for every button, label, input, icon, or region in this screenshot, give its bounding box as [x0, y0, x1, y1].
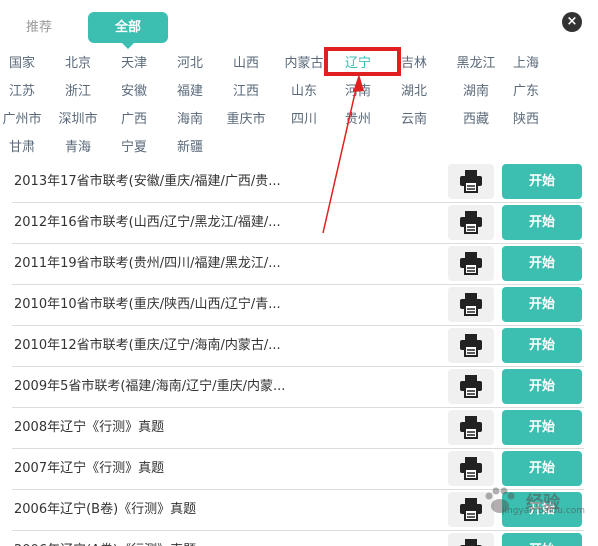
region-15[interactable]: 山东	[276, 78, 332, 106]
region-3[interactable]: 河北	[162, 50, 218, 78]
exam-row: 2011年19省市联考(贵州/四川/福建/黑龙江/... 开始	[12, 244, 584, 285]
exam-title: 2012年16省市联考(山西/辽宁/黑龙江/福建/...	[14, 215, 281, 230]
printer-icon	[460, 170, 482, 193]
region-2[interactable]: 天津	[106, 50, 162, 78]
region-17[interactable]: 湖北	[386, 78, 442, 106]
region-4[interactable]: 山西	[218, 50, 274, 78]
region-30[interactable]: 甘肃	[0, 134, 50, 162]
region-25[interactable]: 四川	[276, 106, 332, 134]
start-button[interactable]: 开始	[502, 246, 582, 281]
region-28[interactable]: 西藏	[448, 106, 504, 134]
start-button[interactable]: 开始	[502, 164, 582, 199]
exam-title: 2009年5省市联考(福建/海南/辽宁/重庆/内蒙...	[14, 379, 286, 394]
printer-icon	[460, 252, 482, 275]
exam-title: 2013年17省市联考(安徽/重庆/福建/广西/贵...	[14, 174, 281, 189]
exam-title: 2007年辽宁《行测》真题	[14, 461, 165, 476]
exam-row: 2008年辽宁《行测》真题 开始	[12, 408, 584, 449]
region-8[interactable]: 黑龙江	[448, 50, 504, 78]
printer-icon	[460, 457, 482, 480]
region-16[interactable]: 河南	[330, 78, 386, 106]
region-29[interactable]: 陕西	[498, 106, 554, 134]
print-button[interactable]	[448, 451, 494, 486]
region-5[interactable]: 内蒙古	[276, 50, 332, 78]
region-23[interactable]: 海南	[162, 106, 218, 134]
exam-row: 2006年辽宁(B卷)《行测》真题 开始	[12, 490, 584, 531]
print-button[interactable]	[448, 369, 494, 404]
exam-row: 2010年10省市联考(重庆/陕西/山西/辽宁/青... 开始	[12, 285, 584, 326]
region-9[interactable]: 上海	[498, 50, 554, 78]
region-27[interactable]: 云南	[386, 106, 442, 134]
print-button[interactable]	[448, 205, 494, 240]
start-button[interactable]: 开始	[502, 205, 582, 240]
region-7[interactable]: 吉林	[386, 50, 442, 78]
print-button[interactable]	[448, 287, 494, 322]
start-button[interactable]: 开始	[502, 287, 582, 322]
region-26[interactable]: 贵州	[330, 106, 386, 134]
exam-row: 2009年5省市联考(福建/海南/辽宁/重庆/内蒙... 开始	[12, 367, 584, 408]
print-button[interactable]	[448, 246, 494, 281]
region-24[interactable]: 重庆市	[218, 106, 274, 134]
exam-list: 2013年17省市联考(安徽/重庆/福建/广西/贵... 开始 2012年16省市联…	[0, 162, 598, 546]
print-button[interactable]	[448, 164, 494, 199]
region-22[interactable]: 广西	[106, 106, 162, 134]
region-19[interactable]: 广东	[498, 78, 554, 106]
exam-title: 2010年10省市联考(重庆/陕西/山西/辽宁/青...	[14, 297, 281, 312]
region-12[interactable]: 安徽	[106, 78, 162, 106]
start-button[interactable]: 开始	[502, 451, 582, 486]
print-button[interactable]	[448, 410, 494, 445]
close-icon: ×	[566, 14, 578, 29]
print-button[interactable]	[448, 328, 494, 363]
region-14[interactable]: 江西	[218, 78, 274, 106]
tab-bar: 推荐 全部	[0, 0, 598, 49]
region-33[interactable]: 新疆	[162, 134, 218, 162]
printer-icon	[460, 293, 482, 316]
region-13[interactable]: 福建	[162, 78, 218, 106]
exam-row: 2012年16省市联考(山西/辽宁/黑龙江/福建/... 开始	[12, 203, 584, 244]
exam-title: 2006年辽宁(A卷)《行测》真题	[14, 531, 444, 546]
start-button[interactable]: 开始	[502, 410, 582, 445]
printer-icon	[460, 211, 482, 234]
exam-title: 2011年19省市联考(贵州/四川/福建/黑龙江/...	[14, 256, 281, 271]
printer-icon	[460, 416, 482, 439]
exam-row: 2013年17省市联考(安徽/重庆/福建/广西/贵... 开始	[12, 162, 584, 203]
printer-icon	[460, 498, 482, 521]
printer-icon	[460, 539, 482, 546]
region-31[interactable]: 青海	[50, 134, 106, 162]
region-1[interactable]: 北京	[50, 50, 106, 78]
printer-icon	[460, 375, 482, 398]
region-11[interactable]: 浙江	[50, 78, 106, 106]
region-10[interactable]: 江苏	[0, 78, 50, 106]
region-6[interactable]: 辽宁	[330, 50, 386, 78]
close-button[interactable]: ×	[562, 12, 582, 32]
exam-row: 2010年12省市联考(重庆/辽宁/海南/内蒙古/... 开始	[12, 326, 584, 367]
tab-recommend[interactable]: 推荐	[14, 12, 64, 43]
exam-title: 2006年辽宁(B卷)《行测》真题	[14, 502, 197, 517]
region-filter: 国家 北京 天津 河北 山西 内蒙古 辽宁 吉林 黑龙江 上海江苏 浙江 安徽 福建 江西 山东 河南 湖北 湖南…	[0, 50, 598, 162]
exam-title: 2010年12省市联考(重庆/辽宁/海南/内蒙古/...	[14, 338, 281, 353]
print-button[interactable]	[448, 492, 494, 527]
region-20[interactable]: 广州市	[0, 106, 50, 134]
exam-title: 2008年辽宁《行测》真题	[14, 420, 165, 435]
exam-row: 2006年辽宁(A卷)《行测》真题 开始	[12, 531, 584, 546]
region-0[interactable]: 国家	[0, 50, 50, 78]
exam-row: 2007年辽宁《行测》真题 开始	[12, 449, 584, 490]
region-32[interactable]: 宁夏	[106, 134, 162, 162]
tab-all[interactable]: 全部	[88, 12, 168, 49]
start-button[interactable]: 开始	[502, 369, 582, 404]
start-button[interactable]: 开始	[502, 533, 582, 546]
start-button[interactable]: 开始	[502, 492, 582, 527]
print-button[interactable]	[448, 533, 494, 546]
region-21[interactable]: 深圳市	[50, 106, 106, 134]
printer-icon	[460, 334, 482, 357]
region-18[interactable]: 湖南	[448, 78, 504, 106]
start-button[interactable]: 开始	[502, 328, 582, 363]
